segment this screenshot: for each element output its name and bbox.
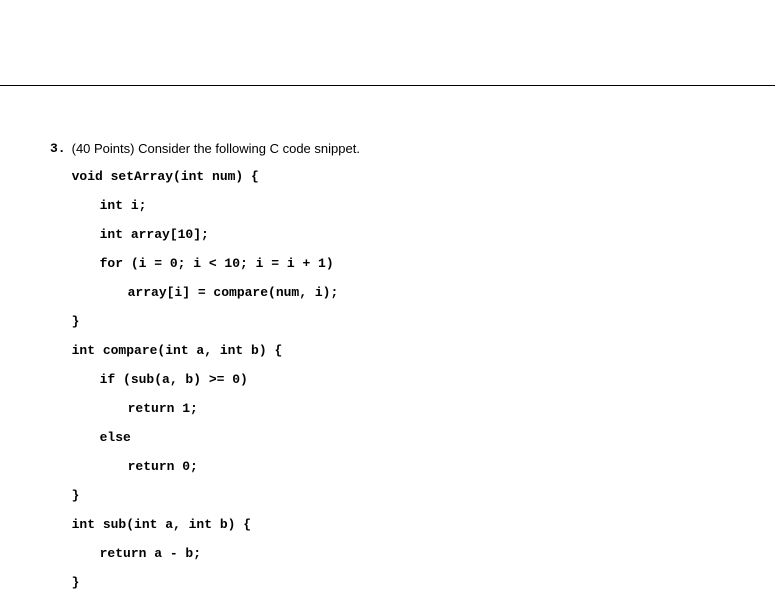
code-line: return a - b; <box>72 547 725 560</box>
question-prompt: (40 Points) Consider the following C cod… <box>72 141 725 156</box>
code-line: } <box>72 489 725 502</box>
code-line: int i; <box>72 199 725 212</box>
question-block: 3. (40 Points) Consider the following C … <box>50 141 725 589</box>
code-line: for (i = 0; i < 10; i = i + 1) <box>72 257 725 270</box>
question-body: (40 Points) Consider the following C cod… <box>72 141 725 589</box>
code-line: int array[10]; <box>72 228 725 241</box>
code-line: } <box>72 576 725 589</box>
horizontal-rule <box>0 85 775 86</box>
code-line: } <box>72 315 725 328</box>
code-line: if (sub(a, b) >= 0) <box>72 373 725 386</box>
code-line: array[i] = compare(num, i); <box>72 286 725 299</box>
code-line: else <box>72 431 725 444</box>
code-snippet: void setArray(int num) { int i; int arra… <box>72 170 725 589</box>
code-line: return 0; <box>72 460 725 473</box>
code-line: return 1; <box>72 402 725 415</box>
code-line: int compare(int a, int b) { <box>72 344 725 357</box>
code-line: void setArray(int num) { <box>72 170 725 183</box>
question-number: 3. <box>50 141 66 156</box>
code-line: int sub(int a, int b) { <box>72 518 725 531</box>
